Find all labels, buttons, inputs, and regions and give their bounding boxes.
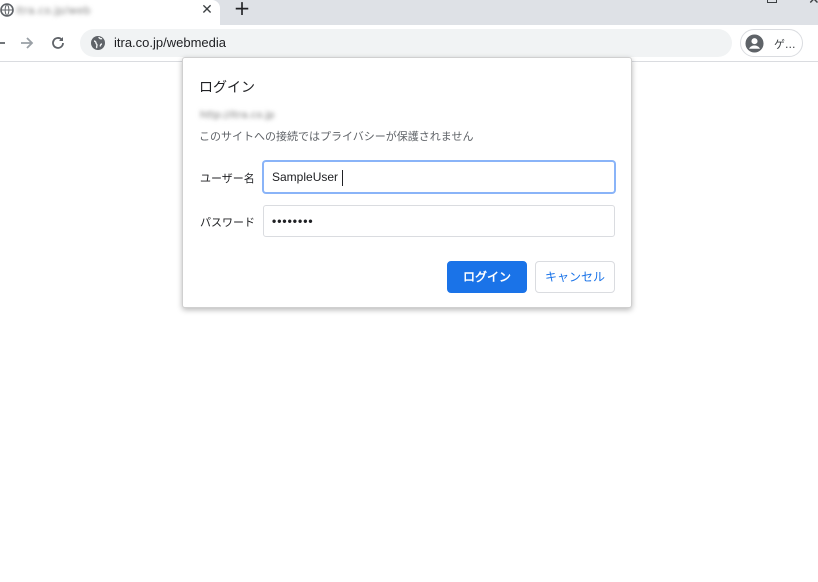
password-field[interactable]: •••••••• bbox=[263, 205, 615, 237]
dialog-origin: http://itra.co.jp bbox=[200, 110, 275, 121]
address-bar[interactable]: itra.co.jp/webmedia bbox=[80, 29, 732, 57]
globe-icon bbox=[0, 3, 14, 17]
reload-icon[interactable] bbox=[49, 34, 67, 52]
profile-label: ゲ... bbox=[774, 38, 796, 51]
back-arrow-icon[interactable] bbox=[0, 34, 8, 52]
restore-window-icon[interactable] bbox=[767, 0, 777, 3]
avatar-icon bbox=[745, 34, 764, 53]
tab-title: itra.co.jp/webmedia bbox=[16, 4, 90, 16]
login-dialog: ログイン http://itra.co.jp このサイトへの接続ではプライバシー… bbox=[182, 57, 632, 308]
forward-arrow-icon[interactable] bbox=[18, 34, 36, 52]
active-tab[interactable]: itra.co.jp/webmedia ✕ bbox=[0, 0, 220, 25]
cancel-button[interactable]: キャンセル bbox=[535, 261, 615, 293]
tab-strip: itra.co.jp/webmedia ✕ + ✕ bbox=[0, 0, 818, 25]
tab-close-icon[interactable]: ✕ bbox=[198, 1, 216, 19]
privacy-warning: このサイトへの接続ではプライバシーが保護されません bbox=[199, 130, 474, 143]
dialog-title: ログイン bbox=[199, 80, 255, 96]
close-window-icon[interactable]: ✕ bbox=[808, 0, 818, 8]
login-button[interactable]: ログイン bbox=[447, 261, 527, 293]
profile-button[interactable]: ゲ... bbox=[740, 29, 803, 57]
text-caret bbox=[342, 169, 344, 186]
username-value: SampleUser bbox=[272, 170, 339, 184]
globe-icon[interactable] bbox=[90, 35, 106, 51]
username-label: ユーザー名 bbox=[200, 172, 255, 185]
password-label: パスワード bbox=[200, 216, 255, 229]
new-tab-button[interactable]: + bbox=[232, 0, 252, 18]
username-field[interactable]: SampleUser bbox=[263, 161, 615, 193]
url-text[interactable]: itra.co.jp/webmedia bbox=[114, 35, 226, 50]
